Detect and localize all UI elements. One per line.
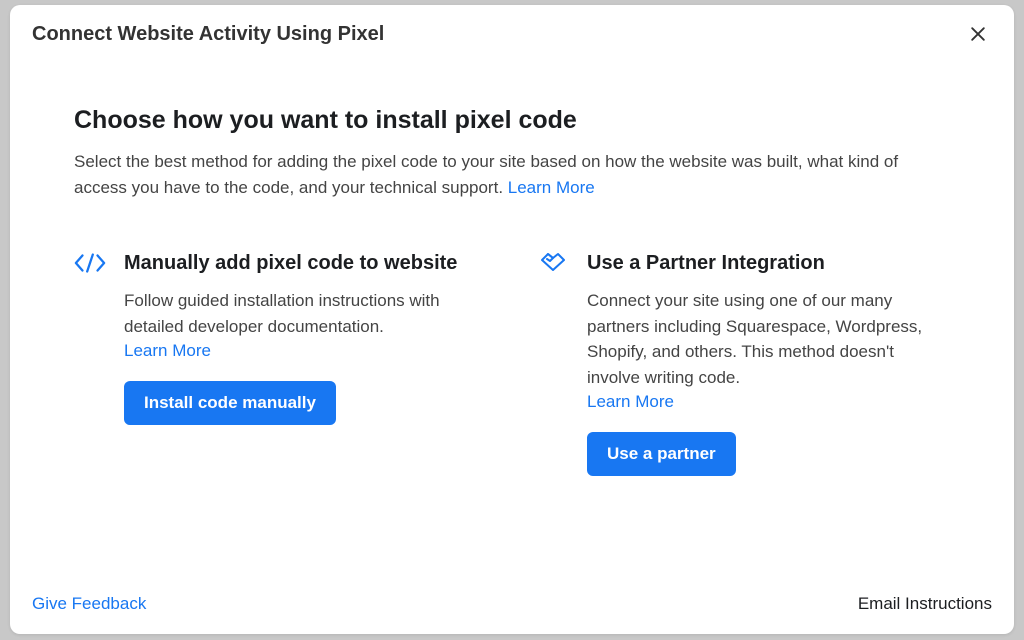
option-manual: Manually add pixel code to website Follo… — [74, 250, 487, 476]
close-icon — [968, 24, 988, 44]
modal-header: Connect Website Activity Using Pixel — [10, 5, 1014, 56]
options-container: Manually add pixel code to website Follo… — [74, 250, 950, 476]
email-instructions-link[interactable]: Email Instructions — [858, 594, 992, 614]
option-partner-content: Use a Partner Integration Connect your s… — [587, 250, 950, 476]
option-partner: Use a Partner Integration Connect your s… — [537, 250, 950, 476]
pixel-install-modal: Connect Website Activity Using Pixel Cho… — [10, 5, 1014, 634]
use-a-partner-button[interactable]: Use a partner — [587, 432, 736, 476]
option-manual-content: Manually add pixel code to website Follo… — [124, 250, 487, 476]
give-feedback-link[interactable]: Give Feedback — [32, 594, 146, 614]
section-title: Choose how you want to install pixel cod… — [74, 106, 950, 135]
close-button[interactable] — [964, 20, 992, 48]
section-learn-more-link[interactable]: Learn More — [508, 178, 595, 197]
modal-title: Connect Website Activity Using Pixel — [32, 23, 384, 46]
option-partner-desc: Connect your site using one of our many … — [587, 288, 950, 390]
option-partner-learn-more-link[interactable]: Learn More — [587, 392, 674, 412]
handshake-icon — [537, 250, 569, 476]
section-description: Select the best method for adding the pi… — [74, 149, 944, 200]
modal-footer: Give Feedback Email Instructions — [10, 578, 1014, 634]
option-partner-title: Use a Partner Integration — [587, 250, 950, 276]
install-code-manually-button[interactable]: Install code manually — [124, 381, 336, 425]
option-manual-learn-more-link[interactable]: Learn More — [124, 341, 211, 361]
option-manual-title: Manually add pixel code to website — [124, 250, 487, 276]
modal-body: Choose how you want to install pixel cod… — [10, 56, 1014, 578]
option-manual-desc: Follow guided installation instructions … — [124, 288, 487, 339]
section-desc-text: Select the best method for adding the pi… — [74, 152, 898, 197]
code-icon — [74, 250, 106, 476]
